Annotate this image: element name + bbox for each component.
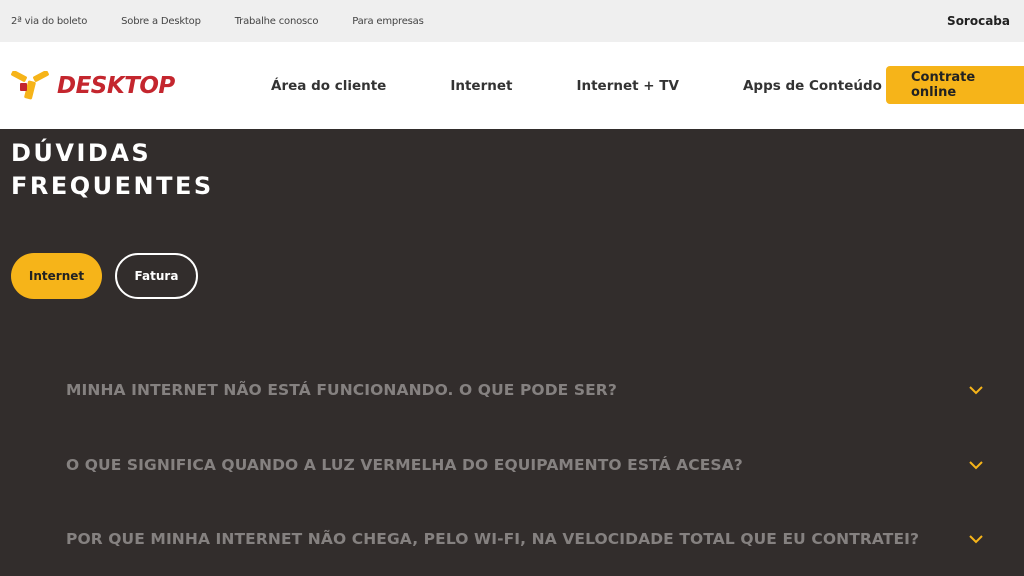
nav-area-cliente[interactable]: Área do cliente bbox=[271, 78, 386, 94]
nav-apps-conteudo[interactable]: Apps de Conteúdo bbox=[743, 78, 882, 94]
link-sobre[interactable]: Sobre a Desktop bbox=[121, 16, 201, 27]
faq-question: POR QUE MINHA INTERNET NÃO CHEGA, PELO W… bbox=[66, 530, 920, 548]
city-selector[interactable]: Sorocaba bbox=[947, 0, 1010, 42]
page-title: DÚVIDAS FREQUENTES bbox=[11, 137, 311, 203]
link-empresas[interactable]: Para empresas bbox=[352, 16, 424, 27]
desktop-logo-icon bbox=[11, 71, 49, 100]
brand-logo[interactable]: DESKTOP bbox=[11, 69, 175, 103]
page-title-line2: FREQUENTES bbox=[11, 172, 214, 200]
contrate-online-button[interactable]: Contrate online bbox=[886, 66, 1024, 104]
faq-question: MINHA INTERNET NÃO ESTÁ FUNCIONANDO. O Q… bbox=[66, 381, 617, 399]
main-nav: Área do cliente Internet Internet + TV A… bbox=[271, 42, 882, 129]
utility-links: 2ª via do boleto Sobre a Desktop Trabalh… bbox=[11, 0, 458, 42]
brand-name: DESKTOP bbox=[57, 73, 175, 99]
nav-internet[interactable]: Internet bbox=[450, 78, 512, 94]
link-boleto[interactable]: 2ª via do boleto bbox=[11, 16, 87, 27]
top-utility-bar: 2ª via do boleto Sobre a Desktop Trabalh… bbox=[0, 0, 1024, 42]
link-trabalhe[interactable]: Trabalhe conosco bbox=[235, 16, 319, 27]
faq-question: O QUE SIGNIFICA QUANDO A LUZ VERMELHA DO… bbox=[66, 456, 743, 474]
page-title-line1: DÚVIDAS bbox=[11, 139, 152, 167]
tab-internet[interactable]: Internet bbox=[11, 253, 102, 299]
faq-item[interactable]: POR QUE MINHA INTERNET NÃO CHEGA, PELO W… bbox=[66, 524, 986, 554]
chevron-down-icon[interactable] bbox=[966, 380, 986, 400]
chevron-down-icon[interactable] bbox=[966, 529, 986, 549]
faq-item[interactable]: O QUE SIGNIFICA QUANDO A LUZ VERMELHA DO… bbox=[66, 450, 986, 480]
nav-internet-tv[interactable]: Internet + TV bbox=[576, 78, 679, 94]
tab-fatura[interactable]: Fatura bbox=[115, 253, 198, 299]
main-header: DESKTOP Área do cliente Internet Interne… bbox=[0, 42, 1024, 129]
chevron-down-icon[interactable] bbox=[966, 455, 986, 475]
faq-item[interactable]: MINHA INTERNET NÃO ESTÁ FUNCIONANDO. O Q… bbox=[66, 375, 986, 405]
